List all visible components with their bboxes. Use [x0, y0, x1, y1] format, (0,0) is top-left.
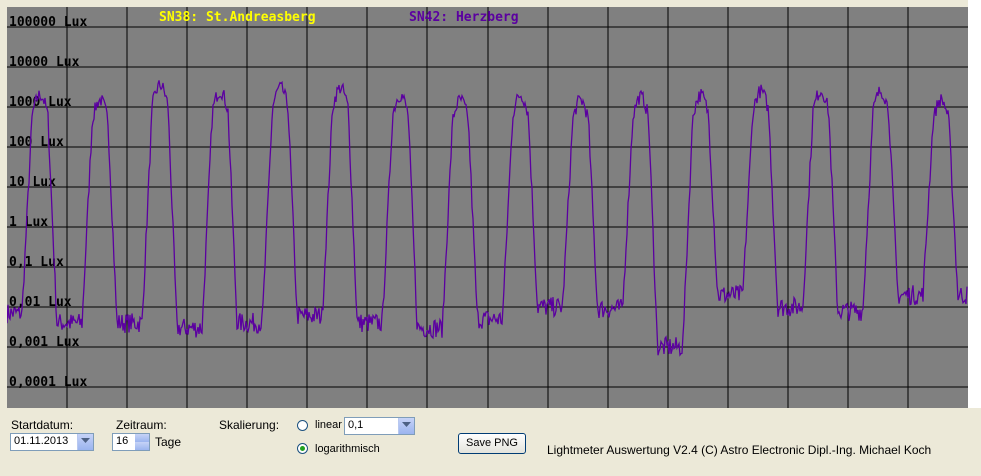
app-window: 100000 Lux 10000 Lux 1000 Lux 100 Lux 10 Lux… — [0, 0, 981, 476]
y-tick-label: 10 Lux — [9, 175, 56, 190]
y-tick-label: 0,1 Lux — [9, 255, 64, 270]
zeitraum-spinner[interactable]: 16 — [112, 433, 150, 451]
logarithmisch-radio[interactable] — [297, 443, 308, 454]
startdatum-label: Startdatum: — [11, 418, 74, 432]
zeitraum-value: 16 — [116, 435, 129, 447]
controls-panel: Startdatum: 01.11.2013 Zeitraum: 16 Tage… — [0, 408, 981, 476]
startdatum-value: 01.11.2013 — [14, 435, 69, 447]
linear-label: linear — [315, 419, 342, 431]
save-png-button[interactable]: Save PNG — [458, 433, 526, 454]
y-tick-label: 0,001 Lux — [9, 335, 80, 350]
linear-scale-value: 0,1 — [348, 419, 364, 431]
app-info-text: Lightmeter Auswertung V2.4 (C) Astro Ele… — [547, 443, 932, 457]
chevron-down-icon — [402, 422, 411, 427]
linear-radio[interactable] — [297, 420, 308, 431]
linear-dropdown-button[interactable] — [398, 418, 414, 434]
zeitraum-label: Zeitraum: — [116, 418, 167, 432]
date-dropdown-button[interactable] — [77, 434, 93, 450]
zeitraum-unit: Tage — [155, 435, 182, 449]
skalierung-label: Skalierung: — [219, 418, 280, 432]
startdatum-picker[interactable]: 01.11.2013 — [10, 433, 94, 451]
y-tick-label: 1 Lux — [9, 215, 48, 230]
window-edge — [968, 0, 981, 408]
y-tick-label: 10000 Lux — [9, 55, 80, 70]
linear-scale-select[interactable]: 0,1 — [344, 417, 415, 435]
y-tick-label: 100000 Lux — [9, 15, 87, 30]
spin-down-icon[interactable] — [135, 442, 149, 450]
radio-selected-dot — [300, 446, 305, 451]
lux-chart: 100000 Lux10000 Lux1000 Lux100 Lux10 Lux… — [7, 7, 968, 408]
legend-entry: SN38: St.Andreasberg — [159, 10, 316, 25]
y-tick-label: 0,0001 Lux — [9, 375, 87, 390]
legend-entry: SN42: Herzberg — [409, 10, 519, 25]
chevron-down-icon — [81, 438, 90, 443]
logarithmisch-label: logarithmisch — [315, 443, 380, 455]
spin-up-icon[interactable] — [135, 434, 149, 442]
y-tick-label: 100 Lux — [9, 135, 64, 150]
